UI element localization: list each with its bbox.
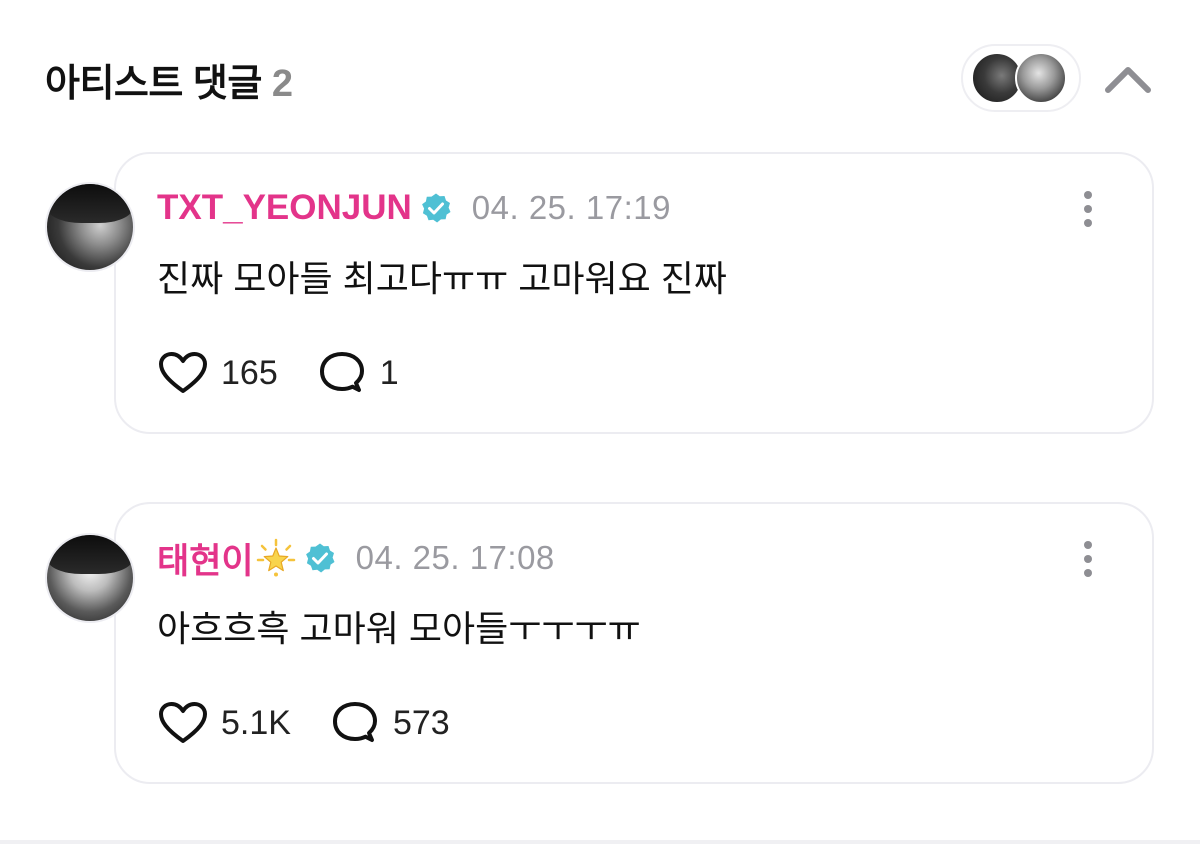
verified-icon — [421, 193, 451, 223]
reply-button[interactable]: 573 — [329, 700, 450, 746]
like-count: 165 — [221, 353, 278, 392]
heart-icon — [159, 702, 207, 743]
comment-text: 진짜 모아들 최고다ㅠㅠ 고마워요 진짜 — [157, 258, 727, 299]
artist-avatar-stack[interactable] — [961, 44, 1081, 112]
comment-timestamp: 04. 25. 17:19 — [471, 189, 671, 226]
star-icon — [256, 538, 295, 577]
comment-username[interactable]: TXT_YEONJUN — [157, 188, 412, 228]
heart-icon — [159, 352, 207, 393]
like-button[interactable]: 5.1K — [157, 700, 291, 746]
section-title-label: 아티스트 댓글 — [45, 63, 262, 105]
avatar[interactable] — [45, 533, 135, 623]
artist-comments-header: 아티스트 댓글 2 — [0, 0, 1200, 150]
reply-count: 573 — [392, 703, 450, 742]
more-options-button[interactable] — [1070, 186, 1106, 232]
more-options-button[interactable] — [1070, 536, 1106, 582]
avatar[interactable] — [45, 182, 135, 272]
more-vertical-icon — [1084, 541, 1092, 577]
comment-meta: TXT_YEONJUN 04. 25. 17:19 — [157, 186, 671, 230]
verified-icon — [305, 543, 335, 573]
more-vertical-icon — [1084, 191, 1092, 227]
section-title: 아티스트 댓글 2 — [45, 52, 293, 107]
comment-bubble-icon — [332, 702, 377, 742]
avatar — [1015, 52, 1067, 104]
divider — [0, 840, 1200, 844]
comment-actions: 5.1K 573 — [157, 698, 450, 748]
chevron-up-icon — [1105, 67, 1151, 93]
comment-bubble-icon — [319, 352, 364, 392]
comment-timestamp: 04. 25. 17:08 — [355, 539, 555, 576]
like-count: 5.1K — [221, 703, 291, 742]
like-button[interactable]: 165 — [157, 350, 278, 396]
reply-button[interactable]: 1 — [316, 350, 399, 396]
reply-count: 1 — [379, 353, 399, 392]
comment-actions: 165 1 — [157, 348, 399, 398]
comment-username[interactable]: 태현이 — [157, 533, 254, 584]
collapse-button[interactable] — [1100, 54, 1156, 104]
comment-text: 아흐흐흑 고마워 모아들ㅜㅜㅜㅠ — [157, 608, 641, 649]
comment-count: 2 — [271, 63, 293, 105]
comment-meta: 태현이 04. 25. 17:08 — [157, 536, 555, 581]
